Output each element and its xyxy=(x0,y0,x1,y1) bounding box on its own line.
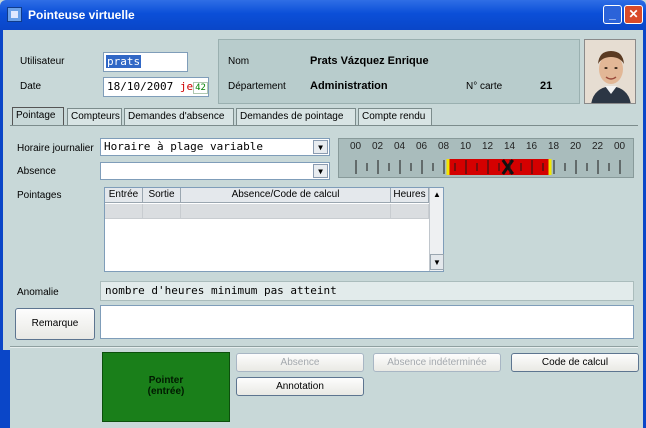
name-label: Nom xyxy=(228,56,250,67)
column-header-absence-code[interactable]: Absence/Code de calcul xyxy=(181,188,391,203)
person-photo-icon xyxy=(584,39,636,104)
timeline-band-start-marker xyxy=(446,159,450,175)
schedule-label: Horaire journalier xyxy=(17,143,94,154)
table-row[interactable] xyxy=(105,204,143,219)
pointer-label-line1: Pointer xyxy=(148,375,184,386)
table-row[interactable] xyxy=(143,204,181,219)
annotation-button[interactable]: Annotation xyxy=(236,377,364,396)
title-bar[interactable]: Pointeuse virtuelle _ ✕ xyxy=(0,0,646,30)
tab-compte-rendu[interactable]: Compte rendu xyxy=(358,108,432,126)
schedule-value: Horaire à plage variable xyxy=(104,140,263,153)
tab-pointage[interactable]: Pointage xyxy=(12,107,64,126)
chevron-down-icon[interactable]: ▼ xyxy=(313,140,328,154)
date-label: Date xyxy=(20,81,42,92)
grid-scrollbar[interactable]: ▲ ▼ xyxy=(429,188,444,271)
app-icon xyxy=(7,7,22,22)
column-header-heures[interactable]: Heures xyxy=(391,188,429,203)
department-value: Administration xyxy=(310,80,388,92)
window-title: Pointeuse virtuelle xyxy=(28,8,135,22)
user-label: Utilisateur xyxy=(20,56,65,67)
tab-demandes-pointage[interactable]: Demandes de pointage xyxy=(236,108,356,126)
date-value: 18/10/2007 xyxy=(107,80,174,93)
column-header-sortie[interactable]: Sortie xyxy=(143,188,181,203)
week-number: 42 xyxy=(193,82,208,94)
card-value: 21 xyxy=(540,80,553,92)
day-timeline: 00 02 04 06 08 10 12 14 16 18 20 22 00 xyxy=(338,138,634,178)
pointer-entree-button[interactable]: Pointer (entrée) xyxy=(102,352,230,422)
chevron-down-icon[interactable]: ▼ xyxy=(313,164,328,178)
punches-grid[interactable]: Entrée Sortie Absence/Code de calcul Heu… xyxy=(104,187,444,272)
window-frame-edge xyxy=(3,350,10,428)
tab-demandes-absence[interactable]: Demandes d'absence xyxy=(124,108,234,126)
absence-label: Absence xyxy=(17,166,56,177)
day-abbrev: je xyxy=(179,80,194,93)
absence-undetermined-button[interactable]: Absence indéterminée xyxy=(373,353,501,372)
minimize-button[interactable]: _ xyxy=(603,5,622,24)
anomaly-label: Anomalie xyxy=(17,287,59,298)
user-value: prats xyxy=(106,55,142,68)
table-row[interactable] xyxy=(391,204,429,219)
date-field[interactable]: 18/10/2007 je 42 xyxy=(103,77,209,97)
remark-input[interactable] xyxy=(100,305,634,339)
timeline-bar xyxy=(355,159,621,175)
timeline-band-end-marker xyxy=(548,159,552,175)
schedule-select[interactable]: Horaire à plage variable ▼ xyxy=(100,138,330,156)
scroll-up-icon[interactable]: ▲ xyxy=(430,188,444,203)
card-label: N° carte xyxy=(466,81,503,92)
column-header-entree[interactable]: Entrée xyxy=(105,188,143,203)
punches-label: Pointages xyxy=(17,190,62,201)
separator xyxy=(10,346,638,348)
remark-button[interactable]: Remarque xyxy=(15,308,95,340)
pointer-label-line2: (entrée) xyxy=(147,386,185,397)
table-row[interactable] xyxy=(181,204,391,219)
user-field[interactable]: prats xyxy=(103,52,188,72)
scroll-down-icon[interactable]: ▼ xyxy=(430,254,444,270)
department-label: Département xyxy=(228,81,286,92)
tab-compteurs[interactable]: Compteurs xyxy=(67,108,122,126)
absence-select[interactable]: ▼ xyxy=(100,162,330,180)
calc-code-button[interactable]: Code de calcul xyxy=(511,353,639,372)
anomaly-field: nombre d'heures minimum pas atteint xyxy=(100,281,634,301)
employee-info-panel: Nom Prats Vázquez Enrique Département Ad… xyxy=(218,39,580,104)
absence-button[interactable]: Absence xyxy=(236,353,364,372)
close-button[interactable]: ✕ xyxy=(624,5,643,24)
name-value: Prats Vázquez Enrique xyxy=(310,55,429,67)
